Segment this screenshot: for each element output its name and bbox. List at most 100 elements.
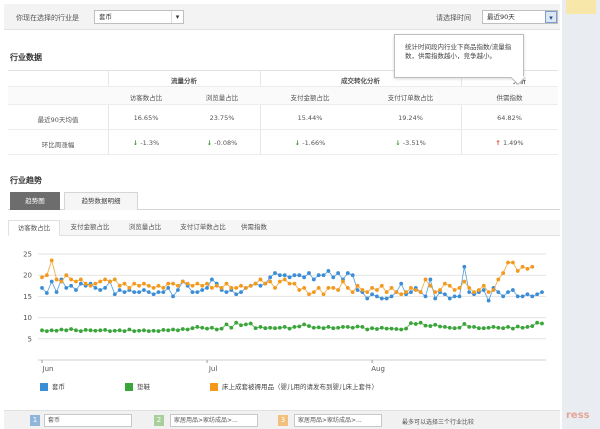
filter-bar: 你现在选择的行业是 套币 ▾ 请选择时间 最近90天 ▾: [4, 4, 560, 30]
data-point: [472, 290, 476, 295]
tab-visitor-share[interactable]: 访客数占比: [8, 220, 60, 236]
data-point: [277, 279, 282, 284]
data-point: [44, 329, 49, 334]
data-point: [234, 292, 239, 297]
legend-item[interactable]: 垫鞋: [125, 381, 150, 391]
data-point: [142, 328, 146, 333]
data-point: [263, 326, 268, 331]
industry-data-table: 流量分析 成交转化分析 分析 访客数占比 浏览量占比 支付金额占比 支付订单数占…: [8, 70, 558, 155]
data-point: [476, 326, 481, 331]
industry-select[interactable]: 套币 ▾: [94, 10, 184, 24]
data-point: [472, 325, 476, 329]
data-point: [195, 281, 200, 286]
data-point: [345, 325, 350, 329]
data-point: [69, 277, 74, 282]
data-point: [501, 294, 506, 299]
tab-pageview-share[interactable]: 浏览量占比: [118, 220, 172, 236]
tab-order-share[interactable]: 支付订单数占比: [172, 220, 234, 236]
data-point: [438, 288, 442, 292]
data-point: [132, 329, 137, 334]
data-point: [496, 325, 501, 330]
data-point: [210, 277, 214, 282]
data-point: [166, 286, 171, 290]
data-point: [64, 286, 69, 290]
data-point: [486, 325, 491, 330]
data-point: [535, 292, 540, 297]
data-point: [297, 273, 302, 278]
tab-trend-detail[interactable]: 趋势数据明细: [64, 192, 138, 210]
legend-item[interactable]: 床上成套被褥用品（婴儿用的请发布到婴儿床上套件）: [210, 381, 378, 391]
industry-data-title: 行业数据: [10, 53, 42, 62]
data-point: [78, 277, 83, 282]
data-point: [530, 264, 535, 269]
data-point: [540, 321, 544, 326]
y-tick-label: 10: [23, 314, 32, 322]
change-order-share: ↓ -3.51%: [395, 139, 426, 147]
data-point: [239, 283, 243, 288]
compare-slot-3[interactable]: 家居用品>家纺成品>...: [294, 414, 382, 427]
data-point: [49, 279, 54, 284]
data-point: [224, 290, 229, 295]
legend-item[interactable]: 套币: [40, 381, 65, 391]
data-point: [311, 290, 316, 295]
data-point: [151, 328, 156, 333]
time-range-select[interactable]: 最近90天 ▾: [482, 10, 558, 24]
data-point: [423, 323, 428, 328]
data-point: [180, 327, 185, 331]
compare-slot-2[interactable]: 家居用品>家纺成品>...: [170, 414, 258, 427]
data-point: [205, 281, 209, 286]
data-point: [384, 290, 389, 295]
tab-supply-index[interactable]: 供需指数: [234, 220, 274, 236]
data-point: [336, 271, 341, 275]
data-point: [161, 286, 166, 290]
data-point: [423, 294, 428, 299]
data-point: [176, 288, 180, 292]
data-point: [200, 288, 205, 292]
data-point: [137, 290, 141, 295]
data-point: [355, 288, 360, 292]
data-point: [540, 290, 544, 295]
data-point: [481, 326, 486, 331]
data-point: [258, 325, 263, 329]
data-point: [486, 290, 491, 295]
data-point: [452, 288, 457, 292]
data-point: [423, 277, 428, 282]
data-point: [210, 286, 214, 290]
data-point: [268, 279, 273, 284]
data-point: [481, 283, 486, 288]
chevron-down-icon[interactable]: ▾: [171, 11, 183, 23]
industry-value: 套币: [99, 13, 112, 21]
metric-tabs: 访客数占比 支付金额占比 浏览量占比 支付订单数占比 供需指数: [8, 220, 560, 236]
data-point: [243, 286, 248, 290]
data-point: [447, 283, 452, 288]
data-point: [142, 288, 146, 292]
data-point: [229, 286, 234, 290]
group-traffic: 流量分析: [171, 77, 197, 85]
data-point: [350, 290, 355, 295]
x-tick-label: Aug: [371, 365, 385, 373]
time-range-value: 最近90天: [487, 13, 515, 21]
data-point: [122, 290, 127, 295]
data-point: [409, 321, 413, 326]
data-point: [428, 277, 433, 282]
compare-slot-1[interactable]: 套币: [44, 414, 132, 427]
data-point: [409, 290, 413, 295]
data-point: [205, 326, 209, 331]
tab-payment-share[interactable]: 支付金额占比: [63, 220, 117, 236]
data-point: [146, 329, 151, 334]
data-point: [210, 325, 214, 330]
data-point: [59, 327, 64, 332]
data-point: [535, 320, 540, 325]
data-point: [54, 277, 59, 282]
tab-trend-chart[interactable]: 趋势图: [10, 192, 60, 210]
data-point: [171, 281, 175, 286]
data-point: [151, 292, 156, 297]
data-point: [161, 290, 166, 295]
data-point: [103, 327, 108, 332]
data-point: [112, 328, 117, 333]
data-point: [525, 292, 530, 297]
data-point: [365, 290, 370, 295]
chevron-down-icon[interactable]: ▾: [545, 11, 557, 23]
data-point: [375, 327, 379, 331]
data-point: [360, 325, 365, 329]
